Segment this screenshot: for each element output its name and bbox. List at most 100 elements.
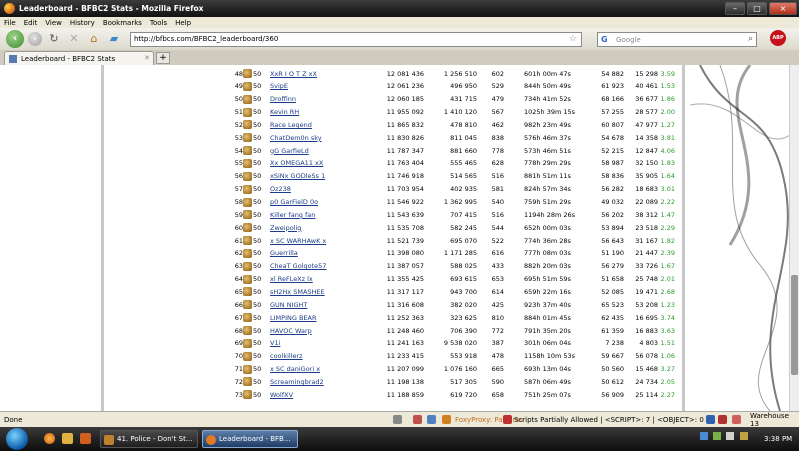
taskbar-item-firefox[interactable]: Leaderboard - BFB...: [202, 430, 298, 448]
addon-icon-6[interactable]: [732, 415, 741, 424]
scrollbar-thumb[interactable]: [791, 275, 798, 375]
maximize-button[interactable]: □: [747, 2, 767, 15]
minimize-button[interactable]: –: [725, 2, 745, 15]
player-name-link[interactable]: Zweipolig: [270, 224, 301, 232]
menu-help[interactable]: Help: [175, 19, 191, 27]
quicklaunch-folder-icon[interactable]: [62, 433, 73, 444]
addon-icon-3[interactable]: [427, 415, 436, 424]
url-bar[interactable]: http://bfbcs.com/BFBC2_leaderboard/360 ☆: [130, 31, 582, 47]
search-icon[interactable]: ⌕: [748, 34, 753, 44]
menu-view[interactable]: View: [45, 19, 62, 27]
player-name-link[interactable]: xSiNx GODleSs 1: [270, 172, 325, 180]
ratio-cell: 1.64: [660, 172, 675, 181]
time-cell: 778h 29m 29s: [524, 159, 571, 168]
player-name-link[interactable]: Oz238: [270, 185, 291, 193]
player-name-link[interactable]: coolkillerz: [270, 352, 303, 360]
player-name-link[interactable]: x SC WARHAwK x: [270, 237, 326, 245]
tray-icon[interactable]: [726, 432, 735, 440]
ratio-cell: 2.68: [660, 287, 675, 296]
ratio-cell: 2.01: [660, 275, 675, 284]
menu-edit[interactable]: Edit: [24, 19, 38, 27]
time-cell: 882h 20m 03s: [524, 262, 571, 271]
start-button[interactable]: [6, 428, 28, 450]
addon-icon-2[interactable]: [413, 415, 422, 424]
rank-cell: 52: [234, 120, 243, 129]
kills-cell: 478 810: [450, 120, 477, 129]
rank-cell: 66: [234, 300, 243, 309]
tab-leaderboard[interactable]: Leaderboard - BFBC2 Stats ✕: [4, 51, 154, 65]
rank-cell: 49: [234, 82, 243, 91]
noscript-icon[interactable]: [503, 415, 512, 424]
player-name-link[interactable]: CheaT Golgote57: [270, 262, 326, 270]
bookmark-star-icon[interactable]: ☆: [569, 34, 577, 44]
player-name-link[interactable]: gG GarfieLd: [270, 147, 309, 155]
table-row: 56 50 xSiNx GODleSs 1 11 746 918 514 565 516 8…: [104, 171, 688, 182]
player-name-link[interactable]: Screamingbrad2: [270, 378, 324, 386]
search-input[interactable]: G Google ⌕: [597, 32, 757, 47]
player-name-link[interactable]: Xx OMEGA11 xX: [270, 159, 323, 167]
window-titlebar[interactable]: Leaderboard - BFBC2 Stats - Mozilla Fire…: [0, 0, 799, 17]
tray-icon[interactable]: [739, 432, 748, 440]
player-name-link[interactable]: Kevin RH: [270, 108, 299, 116]
taskbar-clock[interactable]: 3:38 PM: [764, 435, 792, 443]
player-name-link[interactable]: WolfXV: [270, 391, 293, 399]
player-name-link[interactable]: Droffinn: [270, 95, 296, 103]
tray-icon[interactable]: [700, 432, 708, 440]
rank-cell: 58: [234, 198, 243, 206]
player-name-link[interactable]: SvipE: [270, 82, 288, 90]
player-name-link[interactable]: p0 GarFielD 0o: [270, 198, 318, 206]
menu-file[interactable]: File: [4, 19, 16, 27]
stop-icon[interactable]: ✕: [66, 31, 82, 47]
player-name-link[interactable]: sH2Hx SMASHEE: [270, 288, 325, 296]
kills-cell: 582 245: [450, 223, 477, 232]
player-name-link[interactable]: Guerrilla: [270, 249, 298, 257]
close-button[interactable]: ×: [769, 2, 797, 15]
warehouse-status[interactable]: Warehouse 13: [750, 412, 799, 428]
quicklaunch-media-icon[interactable]: [80, 433, 91, 444]
player-name-link[interactable]: HAVOC Warp: [270, 327, 312, 335]
back-button[interactable]: ‹: [6, 30, 24, 48]
player-name-link[interactable]: xl ReFLeXz lx: [270, 275, 313, 283]
player-name-link[interactable]: Race Legend: [270, 121, 312, 129]
forward-button[interactable]: ›: [28, 32, 42, 46]
adblock-icon[interactable]: ABP: [770, 30, 786, 46]
stat-cell: 23 518: [635, 223, 658, 232]
taskbar-item-music[interactable]: 41. Police - Don't St...: [100, 430, 198, 448]
menu-bookmarks[interactable]: Bookmarks: [103, 19, 142, 27]
menu-tools[interactable]: Tools: [150, 19, 167, 27]
new-tab-button[interactable]: +: [156, 52, 170, 64]
player-name-link[interactable]: XxR I O T Z xX: [270, 70, 317, 78]
addon-icon-1[interactable]: [393, 415, 402, 424]
player-name-link[interactable]: V1i: [270, 339, 280, 347]
ratio-cell: 1.53: [660, 82, 675, 91]
addon-icon-5[interactable]: [718, 415, 727, 424]
player-name-link[interactable]: GUN NIGHT: [270, 301, 307, 309]
rank-badge-icon: [243, 210, 252, 220]
player-name-link[interactable]: Killer fang fan: [270, 211, 315, 219]
player-name-link[interactable]: ChatDem0n sky: [270, 134, 322, 142]
ratio-cell: 2.27: [660, 390, 675, 399]
addon-icon-4[interactable]: [706, 415, 715, 424]
table-row: 65 50 sH2Hx SMASHEE 11 317 117 943 700 614 659…: [104, 286, 688, 297]
rank-badge-icon: [243, 184, 252, 194]
reload-icon[interactable]: ↻: [46, 31, 62, 47]
menu-history[interactable]: History: [70, 19, 95, 27]
tab-close-icon[interactable]: ✕: [144, 54, 150, 62]
noscript-status[interactable]: Scripts Partially Allowed | <SCRIPT>: 7 …: [514, 416, 704, 424]
player-name-link[interactable]: LIMPING BEAR: [270, 314, 316, 322]
quicklaunch-firefox-icon[interactable]: [44, 433, 55, 444]
chat-icon[interactable]: ▰: [106, 31, 122, 47]
home-icon[interactable]: ⌂: [86, 31, 102, 47]
time-cell: 576h 46m 37s: [524, 133, 571, 142]
player-name-link[interactable]: x SC daniGori x: [270, 365, 320, 373]
ratio-cell: 2.39: [660, 249, 675, 258]
tray-icon[interactable]: [713, 432, 722, 440]
page-left-margin: [0, 65, 101, 411]
rank-cell: 67: [234, 313, 243, 322]
page-scrollbar[interactable]: [789, 65, 799, 411]
time-cell: 774h 36m 28s: [524, 236, 571, 245]
system-tray: [700, 432, 748, 442]
foxyproxy-status[interactable]: FoxyProxy: Patterns: [455, 416, 523, 424]
foxyproxy-icon[interactable]: [442, 415, 451, 424]
rank-cell: 72: [234, 377, 243, 386]
